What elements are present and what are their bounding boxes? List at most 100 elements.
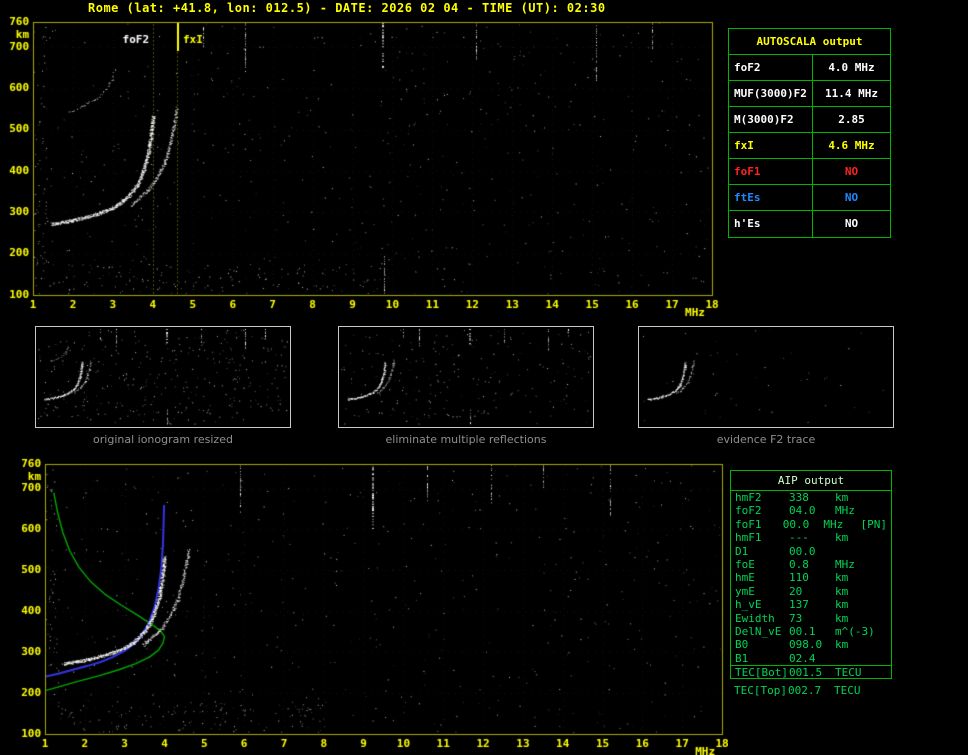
bottom-ionogram-canvas [0, 452, 728, 755]
aip-param-label: foF2 [731, 504, 789, 517]
aip-param-unit [835, 545, 877, 558]
aip-param-label: B0 [731, 638, 789, 651]
aip-param-label: hmF2 [731, 491, 789, 504]
aip-param-label: h_vE [731, 598, 789, 611]
aip-row-ymE: ymE20km [731, 585, 891, 598]
page-title: Rome (lat: +41.8, lon: 012.5) - DATE: 20… [88, 1, 606, 15]
aip-param-value: 02.4 [789, 652, 835, 665]
autoscala-rows: foF24.0 MHzMUF(3000)F211.4 MHzM(3000)F22… [729, 55, 890, 237]
mini-caption-f2-trace: evidence F2 trace [638, 433, 894, 446]
aip-param-label: ymE [731, 585, 789, 598]
aip-row-hmF2: hmF2338km [731, 491, 891, 504]
aip-param-unit: MHz [823, 518, 860, 531]
aip-param-note [887, 625, 891, 638]
aip-param-label: TEC[Top] [730, 684, 788, 697]
aip-param-label: foF1 [731, 518, 783, 531]
autoscala-row-h'Es: h'EsNO [729, 211, 890, 237]
autoscala-param-value: 4.0 MHz [813, 55, 890, 80]
aip-param-unit: km [835, 638, 877, 651]
aip-param-note [887, 652, 891, 665]
autoscala-param-value: 2.85 [813, 107, 890, 132]
aip-param-note [887, 558, 891, 571]
autoscala-row-foF2: foF24.0 MHz [729, 55, 890, 81]
aip-param-unit: km [835, 598, 877, 611]
aip-param-value: 00.0 [789, 545, 835, 558]
aip-param-value: 20 [789, 585, 835, 598]
aip-param-unit: MHz [835, 558, 877, 571]
aip-param-value: 00.0 [783, 518, 824, 531]
aip-param-unit: m^(-3) [835, 625, 877, 638]
autoscala-param-value: NO [813, 185, 890, 210]
aip-param-label: B1 [731, 652, 789, 665]
aip-row-D1: D100.0 [731, 545, 891, 558]
autoscala-param-label: foF2 [729, 55, 813, 80]
aip-rows-outside: TEC[Top]002.7TECU [730, 684, 892, 697]
aip-param-value: 110 [789, 571, 835, 584]
aip-param-unit: km [835, 585, 877, 598]
aip-row-hmE: hmE110km [731, 571, 891, 584]
aip-header: AIP output [731, 471, 891, 491]
aip-param-value: 73 [789, 612, 835, 625]
aip-param-unit: km [835, 571, 877, 584]
aip-param-note [887, 531, 891, 544]
mini-panel-no-multiples [338, 326, 594, 428]
autoscala-param-label: M(3000)F2 [729, 107, 813, 132]
aip-param-note [887, 491, 891, 504]
aip-param-note [888, 684, 892, 697]
aip-param-note [887, 504, 891, 517]
mini-caption-no-multiples: eliminate multiple reflections [338, 433, 594, 446]
aip-param-note [887, 545, 891, 558]
aip-param-value: 04.0 [789, 504, 835, 517]
aip-param-note [887, 666, 891, 678]
aip-param-label: hmE [731, 571, 789, 584]
mini-caption-original: original ionogram resized [35, 433, 291, 446]
autoscala-param-value: 4.6 MHz [813, 133, 890, 158]
aip-table: AIP output hmF2338kmfoF204.0MHzfoF100.0M… [730, 470, 892, 679]
autoscala-row-foF1: foF1NO [729, 159, 890, 185]
mini-original-canvas [36, 327, 290, 427]
autoscala-param-label: ftEs [729, 185, 813, 210]
autoscala-row-M(3000)F2: M(3000)F22.85 [729, 107, 890, 133]
aip-param-unit: TECU [835, 666, 877, 678]
mini-panel-original [35, 326, 291, 428]
aip-param-value: 338 [789, 491, 835, 504]
aip-row-TEC[Top]: TEC[Top]002.7TECU [730, 684, 892, 697]
aip-param-unit: km [835, 491, 877, 504]
aip-param-note [887, 598, 891, 611]
autoscala-param-label: h'Es [729, 211, 813, 237]
autoscala-param-value: 11.4 MHz [813, 81, 890, 106]
aip-rows: hmF2338kmfoF204.0MHzfoF100.0MHz[PN]hmF1-… [731, 491, 891, 678]
aip-param-unit: MHz [835, 504, 877, 517]
aip-param-value: 137 [789, 598, 835, 611]
aip-param-unit: TECU [834, 684, 876, 697]
aip-param-value: 00.1 [789, 625, 835, 638]
aip-param-value: 0.8 [789, 558, 835, 571]
aip-row-foF1: foF100.0MHz[PN] [731, 518, 891, 531]
aip-param-value: 001.5 [789, 666, 835, 678]
autoscala-row-MUF(3000)F2: MUF(3000)F211.4 MHz [729, 81, 890, 107]
aip-param-note [887, 638, 891, 651]
aip-row-B1: B102.4 [731, 652, 891, 665]
top-ionogram-canvas [0, 14, 728, 322]
aip-row-DelN_vE: DelN_vE00.1m^(-3) [731, 625, 891, 638]
mini-no-multiples-canvas [339, 327, 593, 427]
aip-row-Ewidth: Ewidth73km [731, 612, 891, 625]
autoscala-row-ftEs: ftEsNO [729, 185, 890, 211]
autoscala-param-label: fxI [729, 133, 813, 158]
autoscala-param-label: foF1 [729, 159, 813, 184]
aip-param-value: 098.0 [789, 638, 835, 651]
aip-row-foE: foE0.8MHz [731, 558, 891, 571]
aip-param-label: DelN_vE [731, 625, 789, 638]
aip-param-note [887, 585, 891, 598]
autoscala-row-fxI: fxI4.6 MHz [729, 133, 890, 159]
aip-param-note: [PN] [861, 518, 892, 531]
aip-param-label: hmF1 [731, 531, 789, 544]
aip-param-label: Ewidth [731, 612, 789, 625]
autoscala-param-value: NO [813, 159, 890, 184]
mini-f2-trace-canvas [639, 327, 893, 427]
aip-row-foF2: foF204.0MHz [731, 504, 891, 517]
aip-row-hmF1: hmF1---km [731, 531, 891, 544]
mini-panel-f2-trace [638, 326, 894, 428]
aip-param-unit: km [835, 612, 877, 625]
aip-param-unit: km [835, 531, 877, 544]
